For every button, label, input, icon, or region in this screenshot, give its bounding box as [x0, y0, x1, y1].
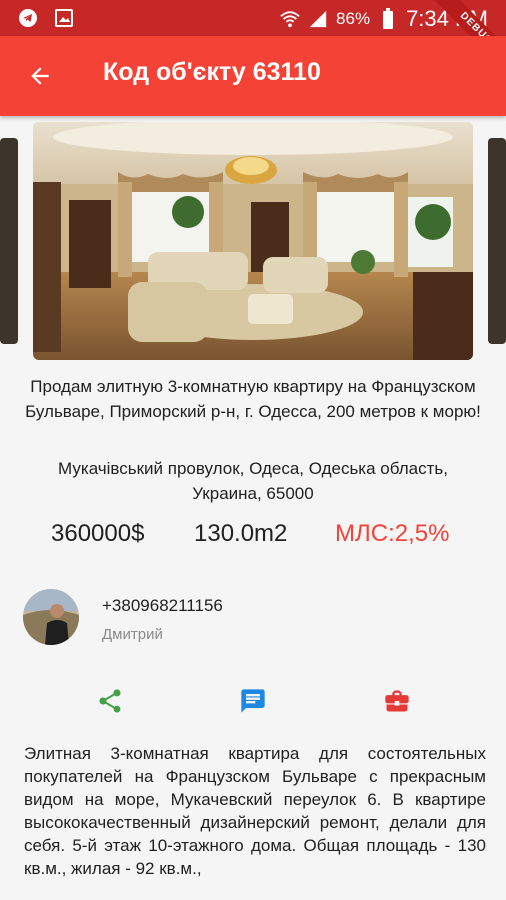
battery-percent: 86% [336, 9, 371, 28]
signal-icon [308, 9, 328, 29]
share-button[interactable] [95, 686, 125, 716]
listing-description: Элитная 3-комнатная квартира для состоят… [24, 744, 486, 878]
listing-title: Продам элитную 3-комнатную квартиру на Ф… [25, 377, 481, 421]
previous-photo[interactable] [0, 138, 18, 344]
briefcase-button[interactable] [382, 686, 412, 716]
app-bar: Код об'єкту 63110 [0, 36, 506, 116]
telegram-icon [18, 8, 38, 28]
agent-name: Дмитрий [102, 626, 163, 643]
battery-icon [378, 8, 398, 29]
listing-address: Мукачівський провулок, Одеса, Одеська об… [58, 459, 448, 503]
listing-photo[interactable] [33, 122, 473, 360]
back-button[interactable] [22, 58, 58, 94]
price: 360000$ [51, 520, 145, 547]
briefcase-icon [385, 690, 409, 712]
area: 130.0m2 [194, 520, 288, 547]
gallery-icon [54, 8, 74, 28]
page-title: Код об'єкту 63110 [103, 58, 321, 86]
avatar[interactable] [23, 589, 79, 645]
wifi-icon [280, 9, 300, 29]
message-button[interactable] [238, 686, 268, 716]
listing-stats: 360000$ 130.0m2 МЛС:2,5% [0, 520, 506, 556]
next-photo[interactable] [488, 138, 506, 344]
share-icon [99, 689, 121, 713]
status-bar: 86% 7:34 PM DEBUG [0, 0, 506, 78]
arrow-back-icon [31, 67, 49, 85]
commission: МЛС:2,5% [335, 520, 450, 547]
message-icon [241, 689, 265, 713]
photo-carousel[interactable] [0, 120, 506, 364]
agent-phone[interactable]: +380968211156 [102, 596, 223, 616]
